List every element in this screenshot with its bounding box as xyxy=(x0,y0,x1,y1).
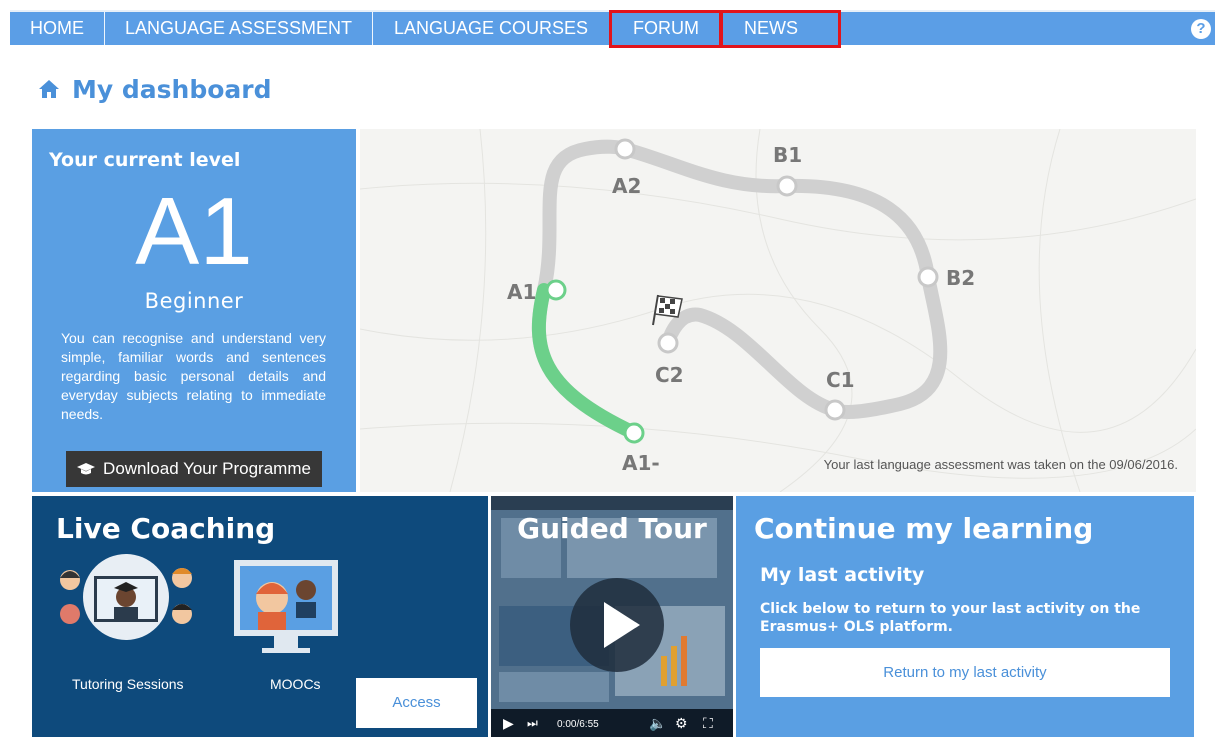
download-programme-button[interactable]: Download Your Programme xyxy=(66,451,322,487)
nav-news[interactable]: NEWS xyxy=(722,12,842,45)
node-b2[interactable] xyxy=(917,266,939,288)
play-button[interactable] xyxy=(570,578,664,672)
node-c1[interactable] xyxy=(824,399,846,421)
access-button[interactable]: Access xyxy=(356,678,477,728)
page-header: My dashboard xyxy=(38,74,272,104)
node-a2[interactable] xyxy=(614,138,636,160)
top-nav: HOME LANGUAGE ASSESSMENT LANGUAGE COURSE… xyxy=(10,10,1215,48)
node-a1[interactable] xyxy=(545,279,567,301)
download-programme-label: Download Your Programme xyxy=(103,459,311,478)
label-a1: A1 xyxy=(507,280,536,304)
label-b2: B2 xyxy=(946,266,975,290)
node-a1-minus[interactable] xyxy=(623,422,645,444)
nav-language-assessment[interactable]: LANGUAGE ASSESSMENT xyxy=(105,12,372,45)
nav-forum[interactable]: FORUM xyxy=(611,12,721,45)
label-c2: C2 xyxy=(655,363,684,387)
skip-forward-icon[interactable]: ⏭ xyxy=(527,715,538,731)
play-icon[interactable]: ▶ xyxy=(503,715,514,731)
label-c1: C1 xyxy=(826,368,855,392)
tutoring-sessions-label[interactable]: Tutoring Sessions xyxy=(72,676,184,692)
current-level-description: You can recognise and understand very si… xyxy=(61,330,326,422)
last-activity-text: Click below to return to your last activ… xyxy=(760,601,1141,635)
settings-gear-icon[interactable]: ⚙ xyxy=(675,715,688,731)
current-level-code: A1 xyxy=(135,178,253,285)
guided-tour-video[interactable]: Guided Tour ▶ ⏭ 0:00/6:55 🔈 ⚙ ⛶ xyxy=(491,496,733,737)
moocs-label[interactable]: MOOCs xyxy=(270,676,321,692)
label-b1: B1 xyxy=(773,143,802,167)
level-progress-map: A1- A1 A2 B1 B2 C1 C2 Your last language… xyxy=(360,129,1196,492)
tutoring-sessions-icon[interactable] xyxy=(56,552,196,642)
current-level-name: Beginner xyxy=(144,289,244,313)
continue-learning-title: Continue my learning xyxy=(754,512,1094,545)
current-level-panel: Your current level A1 Beginner You can r… xyxy=(32,129,356,492)
live-coaching-panel: Live Coaching Tutoring Sessions MOOCs Ac… xyxy=(32,496,488,737)
current-level-label: Your current level xyxy=(49,149,241,171)
nav-language-courses[interactable]: LANGUAGE COURSES xyxy=(373,12,609,45)
return-last-activity-button[interactable]: Return to my last activity xyxy=(760,648,1170,697)
help-icon[interactable]: ? xyxy=(1191,19,1211,39)
label-a2: A2 xyxy=(612,174,641,198)
level-track-completed xyxy=(531,283,641,440)
guided-tour-title: Guided Tour xyxy=(517,512,707,545)
node-b1[interactable] xyxy=(776,175,798,197)
graduation-cap-icon xyxy=(77,463,96,475)
live-coaching-title: Live Coaching xyxy=(56,512,276,545)
continue-learning-panel: Continue my learning My last activity Cl… xyxy=(736,496,1194,737)
volume-icon[interactable]: 🔈 xyxy=(649,715,666,731)
moocs-icon[interactable] xyxy=(232,558,340,656)
nav-home[interactable]: HOME xyxy=(10,12,104,45)
home-icon xyxy=(39,80,59,98)
page-title: My dashboard xyxy=(72,74,272,104)
fullscreen-icon[interactable]: ⛶ xyxy=(703,715,713,731)
last-assessment-note: Your last language assessment was taken … xyxy=(823,457,1178,472)
label-a1-minus: A1- xyxy=(622,451,660,475)
last-activity-subtitle: My last activity xyxy=(760,564,925,586)
level-road-svg: A1- A1 A2 B1 B2 C1 C2 xyxy=(360,129,1196,492)
video-time: 0:00/6:55 xyxy=(557,719,599,730)
video-controls: ▶ ⏭ 0:00/6:55 🔈 ⚙ ⛶ xyxy=(491,709,733,737)
node-c2[interactable] xyxy=(657,332,679,354)
